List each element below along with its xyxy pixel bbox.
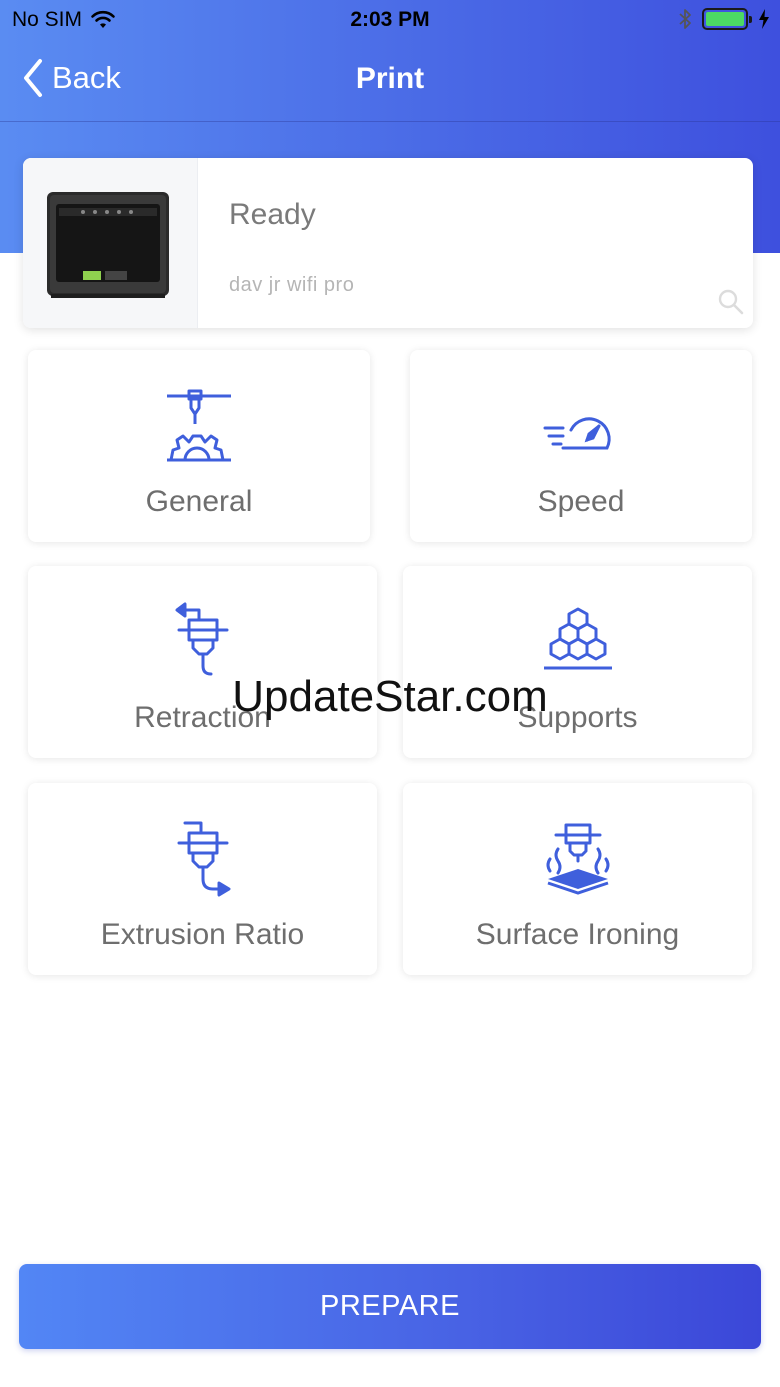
bluetooth-icon (679, 9, 691, 29)
printer-status: Ready (229, 198, 316, 231)
status-time: 2:03 PM (350, 8, 430, 31)
tile-supports[interactable]: Supports (403, 566, 752, 758)
charging-bolt-icon (759, 9, 769, 29)
nozzle-gear-icon (167, 389, 231, 462)
retraction-icon (175, 602, 228, 676)
tile-speed[interactable]: Speed (410, 350, 752, 542)
header-divider (0, 121, 780, 122)
surface-ironing-icon (546, 823, 609, 895)
tile-supports-label: Supports (517, 701, 638, 734)
search-icon[interactable] (717, 288, 745, 316)
tile-surface-ironing-label: Surface Ironing (475, 918, 680, 951)
navigation-bar: Back Print (0, 50, 780, 110)
tile-speed-label: Speed (537, 485, 625, 518)
prepare-button[interactable]: PREPARE (19, 1264, 761, 1349)
printer-name: dav jr wifi pro (229, 274, 355, 296)
tile-extrusion-ratio[interactable]: Extrusion Ratio (28, 783, 377, 975)
status-right (678, 7, 770, 31)
page-title: Print (355, 62, 425, 95)
tile-retraction[interactable]: Retraction (28, 566, 377, 758)
printer-card[interactable]: Ready dav jr wifi pro (23, 158, 753, 328)
tile-general-label: General (145, 485, 253, 518)
tile-surface-ironing[interactable]: Surface Ironing (403, 783, 752, 975)
status-bar: No SIM 2:03 PM (0, 0, 780, 40)
printer-thumbnail (23, 158, 198, 328)
honeycomb-supports-icon (543, 607, 612, 670)
printer-image (47, 192, 169, 298)
tile-retraction-label: Retraction (134, 701, 271, 734)
battery-fill (706, 12, 744, 26)
battery-icon (702, 8, 752, 30)
extrusion-ratio-icon (177, 821, 230, 897)
tile-extrusion-ratio-label: Extrusion Ratio (100, 918, 305, 951)
tile-general[interactable]: General (28, 350, 370, 542)
speedometer-icon (543, 417, 611, 450)
